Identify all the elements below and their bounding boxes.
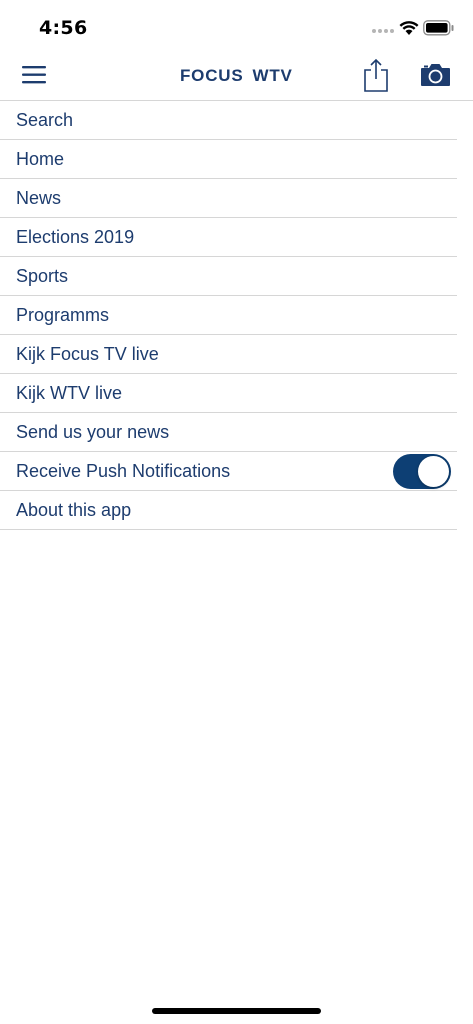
side-menu-list: Search Home News Elections 2019 Sports P… <box>0 101 457 530</box>
menu-item-label: Kijk Focus TV live <box>16 343 159 364</box>
toggle-knob <box>418 456 449 487</box>
menu-item-label: Receive Push Notifications <box>16 460 231 481</box>
menu-item-label: Search <box>16 109 74 130</box>
push-notifications-toggle[interactable] <box>393 454 451 489</box>
camera-icon[interactable] <box>420 62 451 88</box>
nav-bar: FOCUS WTV <box>0 50 473 101</box>
hamburger-menu-icon[interactable] <box>22 65 48 85</box>
menu-item-push-notifications: Receive Push Notifications <box>0 452 457 491</box>
home-indicator <box>152 1008 321 1014</box>
menu-item-programms[interactable]: Programms <box>0 296 457 335</box>
menu-item-label: Home <box>16 148 65 169</box>
menu-item-focus-tv-live[interactable]: Kijk Focus TV live <box>0 335 457 374</box>
logo-focus-text: FOCUS <box>180 66 244 85</box>
brand-logo: FOCUS WTV <box>180 65 292 87</box>
menu-item-sports[interactable]: Sports <box>0 257 457 296</box>
menu-item-search[interactable]: Search <box>0 101 457 140</box>
status-icons <box>370 18 460 40</box>
menu-item-home[interactable]: Home <box>0 140 457 179</box>
menu-item-elections[interactable]: Elections 2019 <box>0 218 457 257</box>
logo-wtv-text: WTV <box>252 66 293 85</box>
menu-item-label: Kijk WTV live <box>16 382 123 403</box>
menu-item-news[interactable]: News <box>0 179 457 218</box>
menu-item-about[interactable]: About this app <box>0 491 457 530</box>
status-time: 4:56 <box>39 17 88 39</box>
share-icon[interactable] <box>363 57 389 93</box>
status-bar: 4:56 <box>0 0 473 50</box>
menu-item-label: About this app <box>16 499 132 520</box>
signal-dots-icon <box>372 29 394 33</box>
menu-item-send-news[interactable]: Send us your news <box>0 413 457 452</box>
menu-item-label: Elections 2019 <box>16 226 135 247</box>
menu-item-label: News <box>16 187 62 208</box>
menu-item-label: Programms <box>16 304 110 325</box>
menu-item-wtv-live[interactable]: Kijk WTV live <box>0 374 457 413</box>
menu-item-label: Sports <box>16 265 69 286</box>
wifi-icon <box>399 21 419 35</box>
battery-icon <box>423 20 454 36</box>
menu-item-label: Send us your news <box>16 421 170 442</box>
